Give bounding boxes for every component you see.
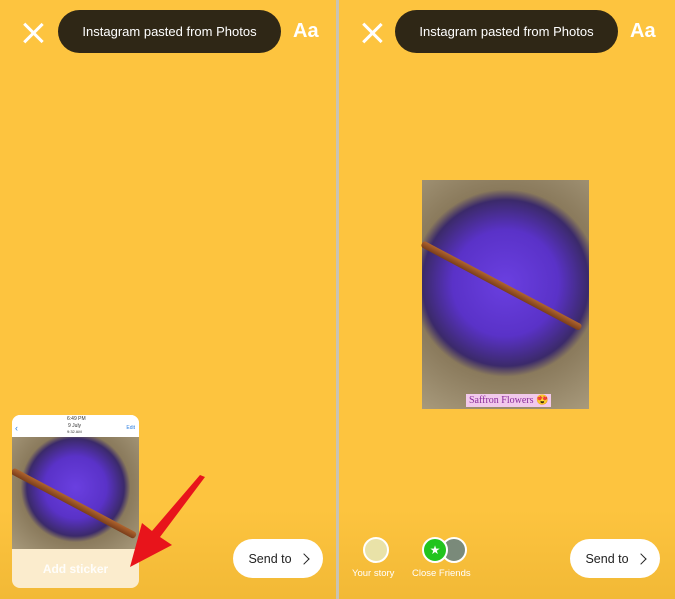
paste-notice-text: Instagram pasted from Photos [419, 24, 594, 39]
paste-notice: Instagram pasted from Photos [58, 10, 281, 53]
status-time: 6:49 PM [67, 416, 86, 422]
red-arrow-icon [130, 475, 205, 567]
paste-notice: Instagram pasted from Photos [395, 10, 618, 53]
close-icon[interactable] [22, 22, 44, 44]
close-friends-label[interactable]: Close Friends [412, 568, 471, 579]
your-story-avatar[interactable] [363, 537, 389, 563]
close-icon[interactable] [361, 22, 383, 44]
sticker-status-bar: 6:49 PM ‹ 9 July 9:32 AM Edit [12, 415, 139, 437]
paste-notice-text: Instagram pasted from Photos [82, 24, 257, 39]
photo-time: 9:32 AM [67, 429, 82, 434]
star-icon[interactable]: ★ [422, 537, 448, 563]
your-story-label[interactable]: Your story [352, 568, 394, 579]
edit-link: Edit [126, 425, 135, 431]
chevron-right-icon [634, 552, 647, 565]
send-to-button[interactable]: Send to [570, 539, 660, 578]
send-to-button[interactable]: Send to [233, 539, 323, 578]
basket-handle [12, 467, 138, 540]
send-to-label: Send to [248, 551, 292, 566]
photo-caption: Saffron Flowers 😍 [466, 394, 552, 407]
story-editor-left: Instagram pasted from Photos Aa 6:49 PM … [0, 0, 336, 599]
text-tool-button[interactable]: Aa [630, 20, 656, 43]
basket-handle [420, 240, 583, 332]
story-editor-right: Instagram pasted from Photos Aa Saffron … [339, 0, 675, 599]
send-to-label: Send to [585, 551, 629, 566]
back-icon: ‹ [15, 423, 18, 433]
text-tool-button[interactable]: Aa [293, 20, 319, 43]
pasted-photo[interactable] [420, 180, 589, 409]
chevron-right-icon [297, 552, 310, 565]
